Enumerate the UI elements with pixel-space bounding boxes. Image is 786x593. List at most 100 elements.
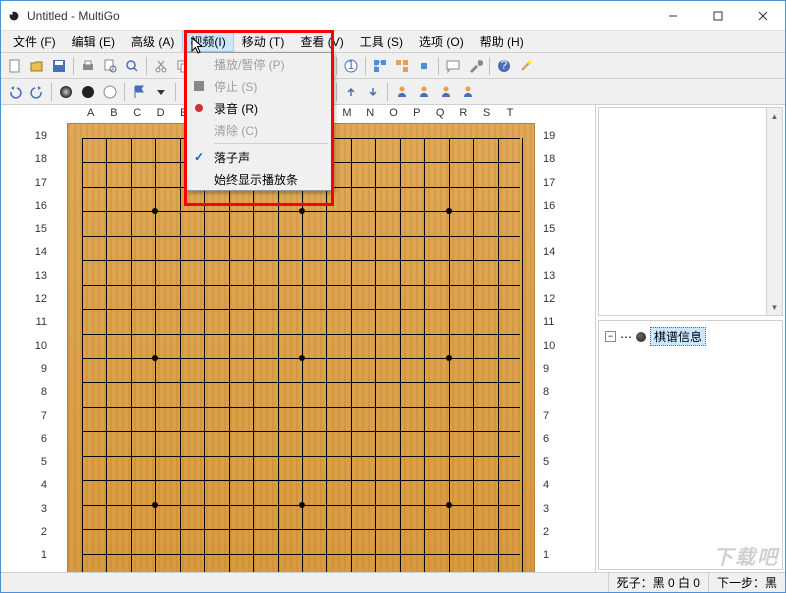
coord-y: 18 bbox=[543, 148, 561, 171]
wand-icon[interactable] bbox=[516, 56, 536, 76]
coord-y: 13 bbox=[543, 265, 561, 288]
stone-black-icon[interactable] bbox=[78, 82, 98, 102]
people-pair-icon[interactable] bbox=[436, 82, 456, 102]
coord-y: 5 bbox=[29, 451, 47, 474]
var-down-icon[interactable] bbox=[363, 82, 383, 102]
hoshi-point bbox=[446, 502, 452, 508]
dropdown-item-1[interactable]: 停止 (S) bbox=[186, 75, 332, 97]
menu-0[interactable]: 文件 (F) bbox=[5, 31, 64, 52]
coord-y: 5 bbox=[543, 451, 561, 474]
close-button[interactable] bbox=[740, 1, 785, 30]
redo-icon[interactable] bbox=[27, 82, 47, 102]
titlebar: Untitled - MultiGo bbox=[1, 1, 785, 31]
window-title: Untitled - MultiGo bbox=[27, 9, 650, 23]
coord-y: 11 bbox=[29, 311, 47, 334]
menu-3[interactable]: 视频(I) bbox=[182, 31, 233, 52]
hoshi-point bbox=[299, 208, 305, 214]
node-icon[interactable] bbox=[414, 56, 434, 76]
coord-y: 14 bbox=[543, 241, 561, 264]
find-icon[interactable] bbox=[122, 56, 142, 76]
coord-x: M bbox=[335, 107, 358, 119]
menubar: 文件 (F)编辑 (E)高级 (A)视频(I)移动 (T)查看 (V)工具 (S… bbox=[1, 31, 785, 53]
coord-y: 12 bbox=[543, 288, 561, 311]
stone-white-icon[interactable] bbox=[100, 82, 120, 102]
dropdown-item-6[interactable]: 始终显示播放条 bbox=[186, 168, 332, 190]
menu-7[interactable]: 选项 (O) bbox=[411, 31, 472, 52]
coord-y: 2 bbox=[543, 521, 561, 544]
coord-y: 1 bbox=[543, 544, 561, 567]
coord-y: 16 bbox=[543, 195, 561, 218]
scrollbar[interactable]: ▲ ▼ bbox=[766, 108, 782, 315]
tree-orange-icon[interactable] bbox=[392, 56, 412, 76]
video-menu-dropdown: 播放/暂停 (P)停止 (S)录音 (R)清除 (C) ✓落子声始终显示播放条 bbox=[185, 52, 333, 191]
status-deadstones: 死子：黑 0 白 0 bbox=[608, 573, 708, 592]
coord-y: 19 bbox=[543, 125, 561, 148]
svg-text:?: ? bbox=[501, 58, 508, 72]
number1-icon[interactable]: 1 bbox=[341, 56, 361, 76]
coord-y: 1 bbox=[29, 544, 47, 567]
hoshi-point bbox=[299, 502, 305, 508]
menu-5[interactable]: 查看 (V) bbox=[292, 31, 351, 52]
toolbar-row-1: 1? bbox=[1, 53, 785, 79]
minimize-button[interactable] bbox=[650, 1, 695, 30]
coord-y: 14 bbox=[29, 241, 47, 264]
undo-icon[interactable] bbox=[5, 82, 25, 102]
coord-y: 10 bbox=[543, 335, 561, 358]
tools-icon[interactable] bbox=[465, 56, 485, 76]
coord-y: 10 bbox=[29, 335, 47, 358]
check-icon: ✓ bbox=[192, 150, 206, 164]
watermark: 下载吧 bbox=[713, 541, 779, 570]
dropdown-item-3[interactable]: 清除 (C) bbox=[186, 119, 332, 141]
tree-root-node[interactable]: − ⋯ 棋谱信息 bbox=[603, 325, 778, 348]
tree-collapse-icon[interactable]: − bbox=[605, 331, 616, 342]
tree-panel: − ⋯ 棋谱信息 bbox=[598, 320, 783, 570]
triangle-down-icon[interactable] bbox=[151, 82, 171, 102]
record-icon bbox=[192, 101, 206, 115]
dropdown-item-0[interactable]: 播放/暂停 (P) bbox=[186, 53, 332, 75]
coord-x: T bbox=[498, 107, 521, 119]
menu-8[interactable]: 帮助 (H) bbox=[472, 31, 532, 52]
coord-y: 4 bbox=[543, 474, 561, 497]
cut-icon[interactable] bbox=[151, 56, 171, 76]
new-file-icon[interactable] bbox=[5, 56, 25, 76]
stone-gradient-icon[interactable] bbox=[56, 82, 76, 102]
hoshi-point bbox=[446, 355, 452, 361]
people-a-icon[interactable] bbox=[392, 82, 412, 102]
stop-icon bbox=[192, 79, 206, 93]
tree-root-label[interactable]: 棋谱信息 bbox=[650, 327, 706, 346]
open-file-icon[interactable] bbox=[27, 56, 47, 76]
scroll-up-icon[interactable]: ▲ bbox=[767, 108, 782, 124]
hoshi-point bbox=[152, 502, 158, 508]
coord-x: D bbox=[149, 107, 172, 119]
hoshi-point bbox=[152, 208, 158, 214]
hoshi-point bbox=[299, 355, 305, 361]
menu-2[interactable]: 高级 (A) bbox=[123, 31, 182, 52]
coord-x: O bbox=[382, 107, 405, 119]
app-icon bbox=[7, 9, 21, 23]
help-icon[interactable]: ? bbox=[494, 56, 514, 76]
coord-y: 15 bbox=[29, 218, 47, 241]
scroll-down-icon[interactable]: ▼ bbox=[767, 299, 782, 315]
print-icon[interactable] bbox=[78, 56, 98, 76]
tree-blue-icon[interactable] bbox=[370, 56, 390, 76]
print-preview-icon[interactable] bbox=[100, 56, 120, 76]
save-icon[interactable] bbox=[49, 56, 69, 76]
maximize-button[interactable] bbox=[695, 1, 740, 30]
people-group-icon[interactable] bbox=[458, 82, 478, 102]
var-up-icon[interactable] bbox=[341, 82, 361, 102]
coord-x: R bbox=[452, 107, 475, 119]
coord-x: B bbox=[102, 107, 125, 119]
coord-x: C bbox=[126, 107, 149, 119]
menu-6[interactable]: 工具 (S) bbox=[352, 31, 411, 52]
dropdown-item-2[interactable]: 录音 (R) bbox=[186, 97, 332, 119]
coord-y: 9 bbox=[29, 358, 47, 381]
people-b-icon[interactable] bbox=[414, 82, 434, 102]
dropdown-item-5[interactable]: ✓落子声 bbox=[186, 146, 332, 168]
coord-x: S bbox=[475, 107, 498, 119]
comment-icon[interactable] bbox=[443, 56, 463, 76]
menu-4[interactable]: 移动 (T) bbox=[234, 31, 293, 52]
coord-y: 19 bbox=[29, 125, 47, 148]
flag-blue-icon[interactable] bbox=[129, 82, 149, 102]
menu-1[interactable]: 编辑 (E) bbox=[64, 31, 123, 52]
hoshi-point bbox=[152, 355, 158, 361]
